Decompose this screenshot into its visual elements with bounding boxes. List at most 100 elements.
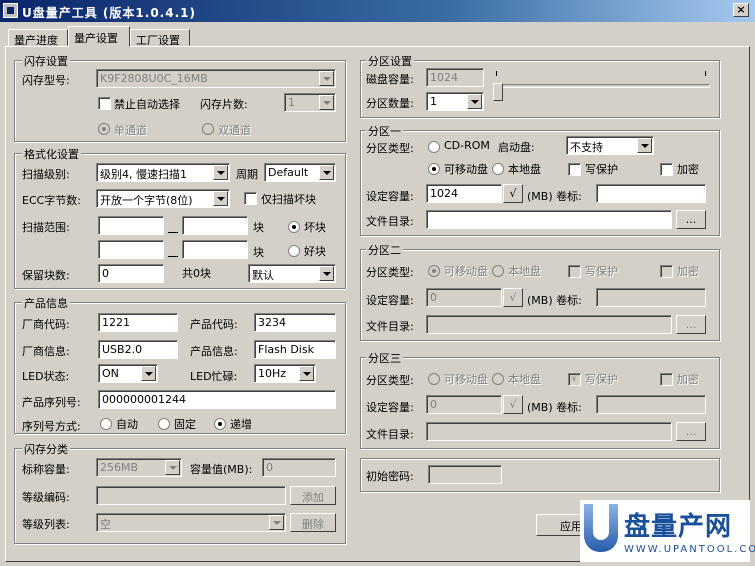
- p1-removable-label: 可移动盘: [444, 163, 488, 176]
- good-block-radio[interactable]: [288, 245, 300, 257]
- p3-dir-input[interactable]: [426, 422, 672, 441]
- p1-volume-label: (MB) 卷标:: [527, 190, 582, 203]
- partition-slider-track[interactable]: [494, 84, 710, 88]
- logo-url: WWW.UPANTOOL.COM: [624, 544, 755, 555]
- p1-removable-radio[interactable]: [428, 163, 440, 175]
- p2-removable-radio[interactable]: [428, 265, 440, 277]
- p3-local-label: 本地盘: [508, 373, 541, 386]
- ecc-bytes-select[interactable]: 开放一个字节(8位): [96, 189, 230, 208]
- nominal-capacity-select[interactable]: 256MB: [96, 458, 182, 477]
- capacity-value-label: 容量值(MB):: [190, 463, 253, 476]
- p2-local-radio[interactable]: [492, 265, 504, 277]
- p2-volume-label: (MB) 卷标:: [527, 294, 582, 307]
- p3-volume-input[interactable]: [596, 395, 706, 414]
- ecc-bytes-label: ECC字节数:: [22, 194, 82, 207]
- disable-auto-select-checkbox[interactable]: [98, 97, 111, 110]
- product-info-input[interactable]: Flash Disk: [254, 340, 336, 359]
- tab-production-settings[interactable]: 量产设置: [68, 26, 130, 47]
- tab-factory-settings[interactable]: 工厂设置: [130, 29, 190, 47]
- logo-text: 盘量产网: [624, 512, 733, 542]
- serial-number-input[interactable]: 000000001244: [98, 390, 336, 409]
- p2-write-protect-checkbox[interactable]: [568, 265, 581, 278]
- slider-tick-end: [705, 71, 706, 76]
- scan-range-end-input-1[interactable]: [182, 216, 248, 235]
- reserved-mode-select[interactable]: 默认: [248, 264, 336, 283]
- p1-volume-input[interactable]: [596, 184, 706, 203]
- serial-number-label: 产品序列号:: [22, 396, 81, 409]
- serial-auto-radio[interactable]: [100, 418, 112, 430]
- dual-channel-radio[interactable]: [202, 123, 214, 135]
- close-button[interactable]: ×: [733, 3, 749, 17]
- vendor-info-input[interactable]: USB2.0: [98, 340, 178, 359]
- capacity-value-input[interactable]: 0: [262, 458, 336, 477]
- p1-confirm-button[interactable]: √: [503, 184, 523, 203]
- disk-capacity-label: 磁盘容量:: [366, 73, 414, 86]
- product-code-input[interactable]: 3234: [254, 313, 336, 332]
- grade-code-input[interactable]: [96, 486, 286, 505]
- p1-write-protect-checkbox[interactable]: [568, 163, 581, 176]
- u-disk-logo-icon: [584, 504, 618, 552]
- reserved-blocks-input[interactable]: 0: [98, 264, 164, 283]
- p2-browse-button[interactable]: ...: [676, 315, 706, 334]
- bad-block-radio[interactable]: [288, 221, 300, 233]
- range-dash-2: [168, 256, 178, 257]
- grade-list-select[interactable]: 空: [96, 513, 286, 532]
- serial-increment-radio[interactable]: [214, 418, 226, 430]
- cycle-label: 周期: [236, 168, 258, 181]
- p3-local-radio[interactable]: [492, 373, 504, 385]
- scan-range-end-input-2[interactable]: [182, 240, 248, 259]
- p2-encrypt-checkbox[interactable]: [660, 265, 673, 278]
- p1-write-protect-label: 写保护: [585, 163, 618, 176]
- p2-dir-input[interactable]: [426, 315, 672, 334]
- flash-model-select[interactable]: K9F2808U0C_16MB: [96, 69, 336, 88]
- p3-capacity-input[interactable]: 0: [426, 395, 502, 414]
- p3-removable-radio[interactable]: [428, 373, 440, 385]
- partition-slider-thumb[interactable]: [493, 83, 503, 101]
- partition-settings-group: [360, 60, 720, 118]
- scan-bad-only-checkbox[interactable]: [244, 192, 257, 205]
- disk-capacity-input[interactable]: 1024: [426, 68, 484, 87]
- p2-capacity-input[interactable]: 0: [426, 288, 502, 307]
- p2-confirm-button[interactable]: √: [503, 288, 523, 307]
- p1-boot-select[interactable]: 不支持: [566, 136, 654, 155]
- p3-confirm-button[interactable]: √: [503, 395, 523, 414]
- vendor-code-input[interactable]: 1221: [98, 313, 178, 332]
- block-unit-label-2: 块: [253, 246, 264, 259]
- partition-settings-title: 分区设置: [366, 53, 414, 69]
- p3-write-protect-label: 写保护: [585, 373, 618, 386]
- serial-fixed-radio[interactable]: [158, 418, 170, 430]
- tab-production-progress[interactable]: 量产进度: [8, 29, 68, 47]
- upantool-logo: 盘量产网 WWW.UPANTOOL.COM: [580, 500, 755, 562]
- add-grade-button[interactable]: 添加: [290, 486, 336, 505]
- chip-count-select[interactable]: 1: [284, 93, 336, 112]
- product-info-title: 产品信息: [22, 295, 70, 311]
- p2-volume-input[interactable]: [596, 288, 706, 307]
- p1-browse-button[interactable]: ...: [676, 210, 706, 229]
- dual-channel-label: 双通道: [218, 124, 251, 137]
- scan-range-start-input-1[interactable]: [98, 216, 164, 235]
- cycle-select[interactable]: Default: [264, 163, 336, 182]
- led-status-select[interactable]: ON: [98, 364, 158, 383]
- p1-local-radio[interactable]: [492, 163, 504, 175]
- initial-password-input[interactable]: [428, 465, 502, 484]
- scan-level-select[interactable]: 级别4, 慢速扫描1: [96, 163, 230, 182]
- vendor-info-label: 厂商信息:: [22, 345, 70, 358]
- p3-encrypt-checkbox[interactable]: [660, 373, 673, 386]
- led-busy-select[interactable]: 10Hz: [254, 364, 316, 383]
- p1-capacity-input[interactable]: 1024: [426, 184, 502, 203]
- p2-removable-label: 可移动盘: [444, 265, 488, 278]
- delete-grade-button[interactable]: 删除: [290, 513, 336, 532]
- slider-tick-start: [496, 71, 497, 76]
- partition-count-select[interactable]: 1: [426, 92, 484, 111]
- p1-cdrom-radio[interactable]: [428, 141, 440, 153]
- p2-encrypt-label: 加密: [677, 265, 699, 278]
- scan-range-start-input-2[interactable]: [98, 240, 164, 259]
- p3-write-protect-checkbox[interactable]: √: [568, 373, 581, 386]
- good-block-label: 好块: [304, 245, 326, 258]
- p1-local-label: 本地盘: [508, 163, 541, 176]
- single-channel-radio[interactable]: [98, 123, 110, 135]
- p1-dir-input[interactable]: [426, 210, 672, 229]
- p3-browse-button[interactable]: ...: [676, 422, 706, 441]
- grade-list-label: 等级列表:: [22, 518, 70, 531]
- p1-encrypt-checkbox[interactable]: [660, 163, 673, 176]
